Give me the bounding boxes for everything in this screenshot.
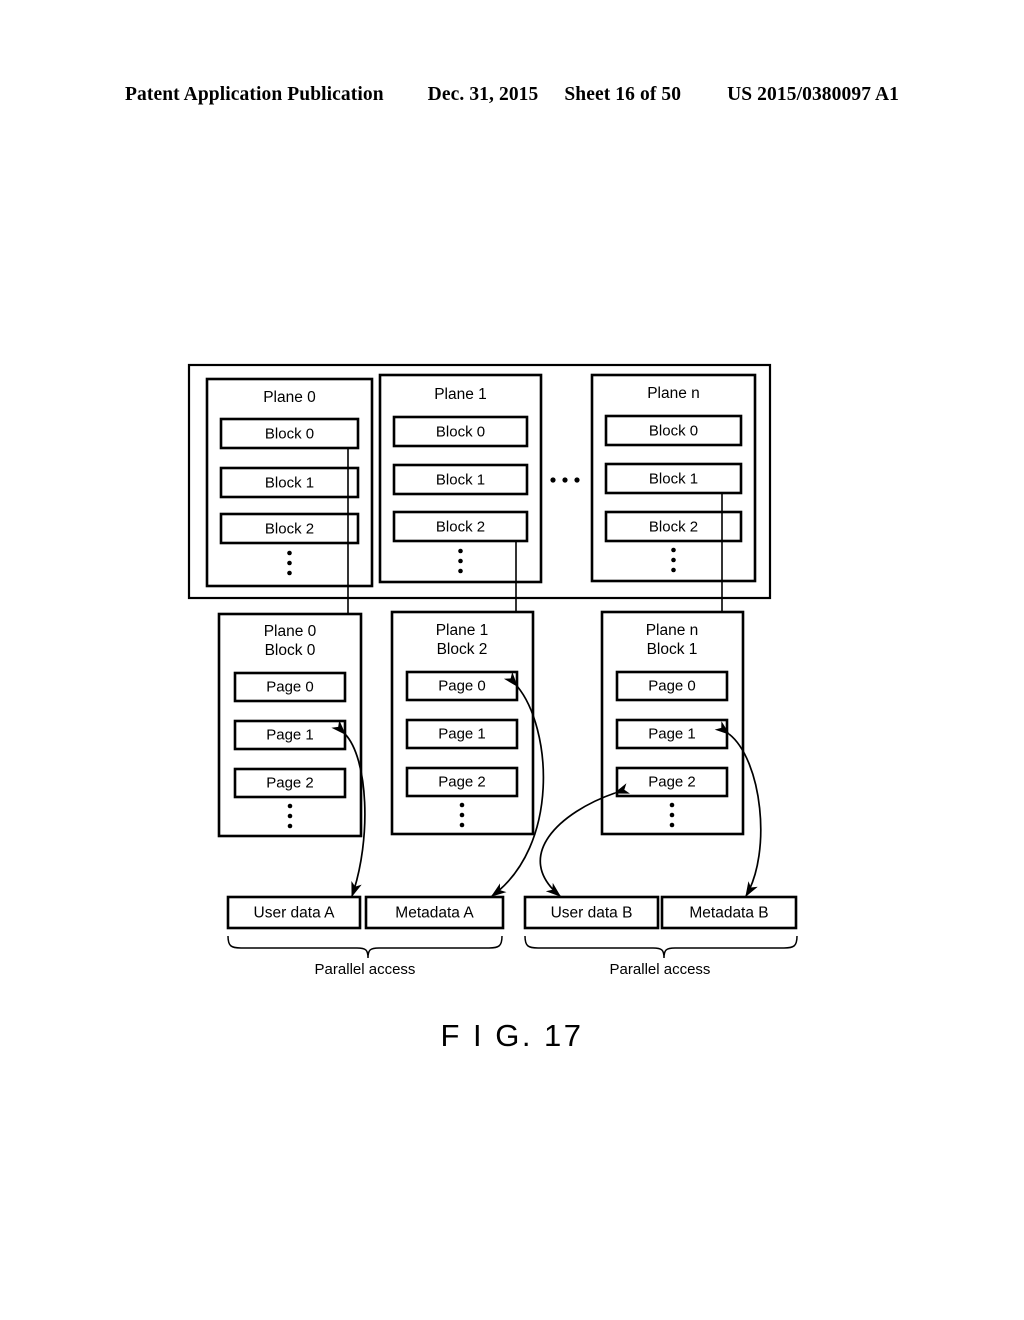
plane0-block0-page-2-label: Page 2 (266, 774, 314, 791)
expanded-block-plane1-block2-group: Plane 1 Block 2 Page 0 Page 1 Page 2 (390, 610, 535, 836)
plane-n-block-1-label: Block 1 (649, 470, 698, 487)
plane-n-vertical-ellipsis-icon (671, 547, 676, 573)
expanded-block-plane0-block0-group: Plane 0 Block 0 Page 0 Page 1 Page 2 (217, 612, 363, 838)
metadata-b-label: Metadata B (689, 905, 768, 922)
plane0-block0-page-1-label: Page 1 (266, 726, 314, 743)
planes-horizontal-ellipsis-icon (550, 477, 580, 483)
user-data-b-label: User data B (551, 905, 633, 922)
plane-n-group: Plane n Block 0 Block 1 Block 2 (590, 373, 757, 583)
plane-n-block-2-label: Block 2 (649, 518, 698, 535)
expanded-block-planen-block1-group: Plane n Block 1 Page 0 Page 1 Page 2 (600, 610, 745, 836)
plane1-block2-page-1-label: Page 1 (438, 725, 486, 742)
plane-0-block-2-label: Block 2 (265, 520, 314, 537)
plane-n-block-0-label: Block 0 (649, 422, 698, 439)
plane0-block0-vertical-ellipsis-icon (287, 803, 293, 829)
plane-n-title: Plane n (647, 385, 700, 402)
expanded-block-plane0-title-line1: Plane 0 (264, 623, 317, 640)
plane-0-vertical-ellipsis-icon (287, 550, 292, 576)
expanded-block-planen-title-line1: Plane n (646, 622, 699, 639)
plane1-block2-page-2-label: Page 2 (438, 773, 486, 790)
planen-block1-page-0-label: Page 0 (648, 677, 696, 694)
planen-block1-page-1-label: Page 1 (648, 725, 696, 742)
expanded-block-plane0-title-line2: Block 0 (265, 642, 316, 659)
planen-block1-page-2-label: Page 2 (648, 773, 696, 790)
figure-17-drawing: Plane 0 Block 0 Block 1 Block 2 Plane 1 … (0, 0, 1024, 1320)
plane-1-block-1-label: Block 1 (436, 471, 485, 488)
parallel-access-brace-right (524, 935, 798, 959)
metadata-a-label: Metadata A (395, 905, 474, 922)
plane-1-vertical-ellipsis-icon (458, 548, 463, 574)
parallel-access-brace-left (227, 935, 503, 959)
plane1-block2-vertical-ellipsis-icon (459, 802, 465, 828)
user-data-a-label: User data A (254, 905, 336, 922)
plane-1-block-2-label: Block 2 (436, 518, 485, 535)
parallel-access-label-right: Parallel access (610, 961, 711, 978)
plane1-block2-page-0-label: Page 0 (438, 677, 486, 694)
plane-1-block-0-label: Block 0 (436, 423, 485, 440)
plane-0-title: Plane 0 (263, 389, 316, 406)
figure-caption: F I G. 17 (440, 1018, 584, 1053)
plane-1-title: Plane 1 (434, 386, 487, 403)
expanded-block-planen-title-line2: Block 1 (647, 641, 698, 658)
expanded-block-plane1-title-line1: Plane 1 (436, 622, 489, 639)
planen-block1-vertical-ellipsis-icon (669, 802, 675, 828)
plane-0-block-1-label: Block 1 (265, 474, 314, 491)
plane-0-block-0-label: Block 0 (265, 425, 314, 442)
plane0-block0-page-0-label: Page 0 (266, 678, 314, 695)
expanded-block-plane1-title-line2: Block 2 (437, 641, 488, 658)
parallel-access-label-left: Parallel access (315, 961, 416, 978)
plane-1-group: Plane 1 Block 0 Block 1 Block 2 (378, 373, 543, 584)
